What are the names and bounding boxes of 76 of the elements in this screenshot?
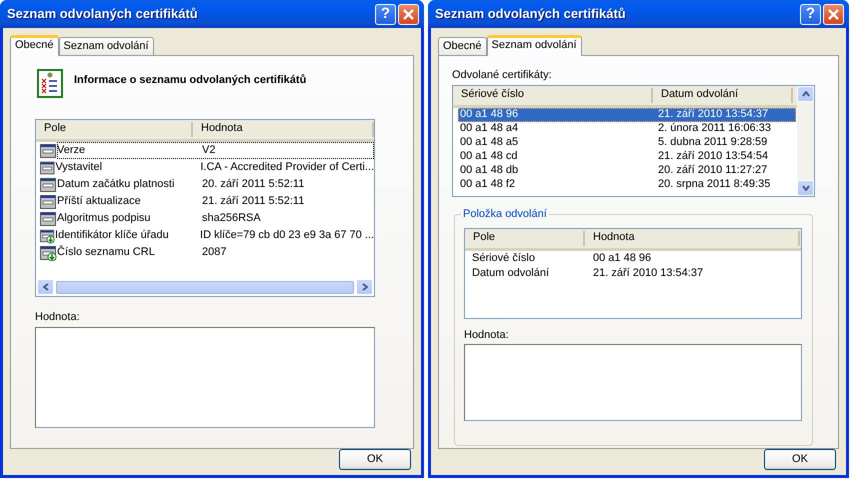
revocation-date: 21. září 2010 13:54:37: [658, 108, 768, 122]
serial-number: 00 a1 48 a5: [459, 136, 520, 150]
field-value: 20. září 2011 5:52:11: [201, 178, 304, 192]
field-value: I.CA - Accredited Provider of Certi...: [199, 161, 374, 175]
close-icon: [827, 8, 840, 21]
certificate-list-icon: [37, 69, 63, 98]
column-header[interactable]: Sériové číslo: [461, 88, 524, 100]
field-icon: [40, 176, 57, 193]
close-icon: [402, 8, 415, 21]
tab[interactable]: Obecné: [10, 35, 59, 56]
field-icon: [40, 142, 57, 159]
help-button[interactable]: ?: [375, 4, 396, 25]
serial-number: 00 a1 48 db: [459, 164, 520, 178]
close-button[interactable]: [398, 4, 419, 25]
field-value: 21. září 2011 5:52:11: [201, 195, 304, 209]
ok-button[interactable]: OK: [339, 449, 411, 470]
field-label: Hodnota:: [35, 311, 81, 325]
ok-button[interactable]: OK: [764, 449, 836, 470]
field-icon: [40, 194, 57, 210]
value-text-area[interactable]: [464, 344, 802, 421]
column-header[interactable]: Pole: [473, 230, 496, 243]
field-name: Číslo seznamu CRL: [57, 246, 156, 260]
close-button[interactable]: [823, 4, 844, 25]
field-name: Vystavitel: [55, 161, 104, 175]
value-text-area[interactable]: [35, 326, 375, 428]
list-row[interactable]: 00 a1 48 f2 20. srpna 2011 8:49:35: [458, 178, 796, 192]
tab[interactable]: Obecné: [438, 37, 487, 56]
field-label: Odvolané certifikáty:: [452, 69, 553, 83]
entry-details-list[interactable]: Pole Hodnota Sériové číslo 00 a1 48 96 Datum odvolání 21. září 2010 13:54:37: [464, 228, 802, 319]
horizontal-scrollbar[interactable]: [37, 279, 373, 296]
field-name: Datum odvolání: [472, 266, 550, 280]
field-value: ID klíče=79 cb d0 23 e9 3a 67 70 ...: [199, 229, 374, 243]
column-header[interactable]: Hodnota: [201, 122, 243, 134]
group-title: Položka odvolání: [461, 208, 549, 221]
field-name: Algoritmus podpisu: [57, 212, 152, 226]
revocation-date: 2. února 2011 16:06:33: [658, 122, 771, 136]
field-icon: [40, 160, 56, 176]
serial-number: 00 a1 48 a4: [459, 122, 520, 136]
serial-number: 00 a1 48 96: [459, 108, 520, 122]
field-name: Příští aktualizace: [57, 195, 142, 209]
extension-field-icon: [40, 228, 56, 244]
vertical-scrollbar[interactable]: [797, 86, 814, 196]
revocation-date: 20. září 2010 11:27:27: [658, 164, 768, 178]
tab[interactable]: Seznam odvolání: [486, 35, 582, 56]
tab[interactable]: Seznam odvolání: [58, 37, 154, 56]
field-icon: [40, 210, 57, 227]
list-row[interactable]: 00 a1 48 96 21. září 2010 13:54:37: [458, 108, 796, 122]
field-value: 00 a1 48 96: [593, 252, 652, 265]
field-name: Identifikátor klíče úřadu: [55, 229, 170, 243]
column-header[interactable]: Hodnota: [593, 230, 635, 243]
section-heading: Informace o seznamu odvolaných certifikátů: [74, 74, 306, 88]
window-title: Seznam odvolaných certifikátů: [7, 6, 199, 22]
field-label: Hodnota:: [464, 328, 510, 342]
extension-field-icon: [40, 244, 57, 261]
column-header[interactable]: Pole: [44, 122, 66, 134]
field-name: Datum začátku platnosti: [57, 178, 176, 192]
list-row[interactable]: 00 a1 48 a5 5. dubna 2011 9:28:59: [458, 136, 796, 150]
field-value: sha256RSA: [201, 212, 261, 226]
field-value: 21. září 2010 13:54:37: [593, 266, 704, 280]
fields-list[interactable]: [35, 119, 375, 298]
serial-number: 00 a1 48 cd: [459, 150, 518, 164]
field-value: 2087: [201, 246, 226, 260]
window-title: Seznam odvolaných certifikátů: [435, 6, 627, 22]
revoked-certificates-list[interactable]: [452, 84, 815, 197]
serial-number: 00 a1 48 f2: [459, 178, 516, 192]
revocation-date: 21. září 2010 13:54:54: [658, 150, 768, 164]
field-name: Sériové číslo: [472, 252, 536, 265]
field-value: V2: [201, 144, 216, 158]
field-name: Verze: [57, 144, 86, 158]
column-header[interactable]: Datum odvolání: [661, 88, 738, 100]
help-button[interactable]: ?: [800, 4, 821, 25]
list-row[interactable]: 00 a1 48 cd 21. září 2010 13:54:54: [458, 150, 796, 164]
revocation-date: 5. dubna 2011 9:28:59: [658, 136, 768, 150]
list-row[interactable]: 00 a1 48 db 20. září 2010 11:27:27: [458, 164, 796, 178]
revocation-date: 20. srpna 2011 8:49:35: [658, 178, 770, 192]
list-row[interactable]: 00 a1 48 a4 2. února 2011 16:06:33: [458, 122, 796, 136]
